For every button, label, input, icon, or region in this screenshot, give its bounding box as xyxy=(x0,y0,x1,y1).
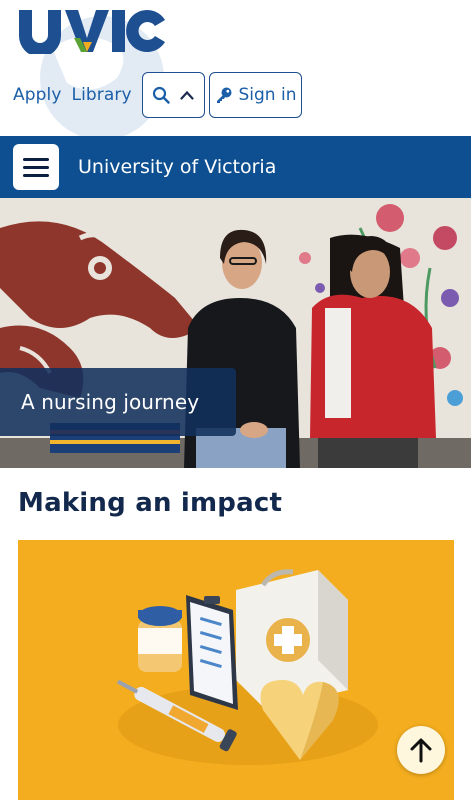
utility-nav: Apply Library xyxy=(13,72,205,118)
impact-card-image[interactable] xyxy=(18,540,454,800)
hero-caption[interactable]: A nursing journey xyxy=(0,368,236,436)
medical-illustration xyxy=(116,569,378,765)
apply-link[interactable]: Apply xyxy=(13,85,62,105)
arrow-up-icon xyxy=(410,738,432,763)
section-heading: Making an impact xyxy=(18,488,283,518)
library-link[interactable]: Library xyxy=(72,85,132,105)
search-toggle-button[interactable] xyxy=(141,72,205,118)
main-menu-button[interactable] xyxy=(13,144,59,190)
key-icon xyxy=(216,87,231,103)
logo-letters xyxy=(19,10,165,54)
hamburger-icon-line xyxy=(23,173,49,177)
uvic-logo[interactable] xyxy=(17,8,167,54)
chevron-up-icon xyxy=(180,90,194,100)
sign-in-button[interactable]: Sign in xyxy=(209,72,302,118)
pill-bottle-icon xyxy=(138,606,182,672)
hamburger-icon-line xyxy=(23,165,49,169)
back-to-top-button[interactable] xyxy=(397,726,445,774)
clipboard-icon xyxy=(186,595,238,710)
hamburger-icon-line xyxy=(23,157,49,161)
site-title[interactable]: University of Victoria xyxy=(78,156,276,178)
search-icon xyxy=(153,86,170,104)
sign-in-label: Sign in xyxy=(238,85,297,105)
site-title-bar: University of Victoria xyxy=(0,136,471,198)
top-header: Apply Library Sign in xyxy=(0,0,471,136)
hero-caption-text: A nursing journey xyxy=(21,390,200,414)
